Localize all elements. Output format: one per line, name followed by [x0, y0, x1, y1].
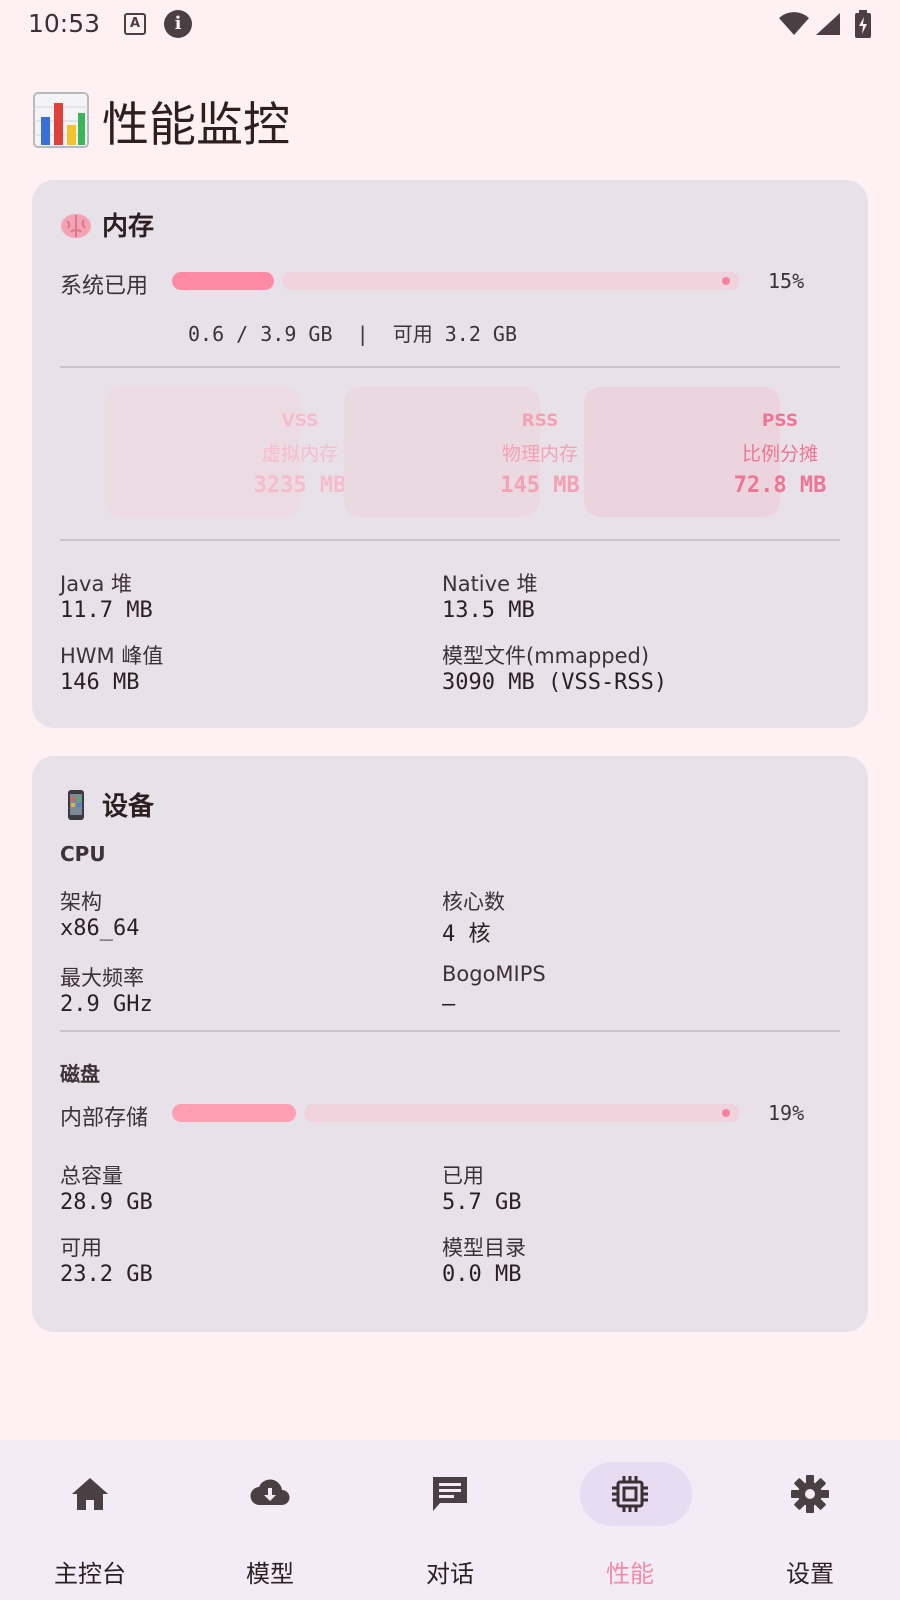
- signal-icon: [816, 13, 840, 35]
- model-file-value: 3090 MB (VSS-RSS): [442, 670, 668, 695]
- pss-name: 比例分摊: [741, 443, 818, 465]
- vss-stat-box: VSS 虚拟内存 3235 MB: [104, 387, 346, 517]
- native-heap-item: Native 堆 13.5 MB: [442, 568, 538, 623]
- nav-label-settings: 设置: [786, 1560, 834, 1588]
- bogomips-label: BogoMIPS: [442, 962, 546, 986]
- device-divider: [60, 1030, 840, 1032]
- internal-storage-progress-track: [304, 1104, 740, 1122]
- model-dir-label: 模型目录: [442, 1236, 526, 1260]
- disk-used-label: 已用: [442, 1164, 484, 1188]
- disk-available-value: 23.2 GB: [60, 1262, 153, 1287]
- device-title: 设备: [102, 792, 155, 822]
- pss-stat-box: PSS 比例分摊 72.8 MB: [584, 387, 826, 517]
- battery-charging-icon: [855, 10, 871, 38]
- java-heap-value: 11.7 MB: [60, 598, 153, 623]
- disk-available-label: 可用: [60, 1236, 102, 1260]
- system-used-percent: 15%: [768, 269, 805, 293]
- nav-item-settings[interactable]: 设置: [720, 1440, 900, 1600]
- phone-icon: [68, 789, 84, 820]
- page-title: 性能监控: [102, 97, 290, 153]
- internal-storage-percent: 19%: [768, 1101, 805, 1125]
- core-count-label: 核心数: [442, 890, 505, 914]
- pss-abbr: PSS: [761, 411, 799, 431]
- nav-item-performance[interactable]: 性能: [540, 1440, 720, 1600]
- model-dir-item: 模型目录 0.0 MB: [442, 1232, 526, 1287]
- max-freq-item: 最大频率 2.9 GHz: [60, 962, 153, 1017]
- nav-item-dashboard[interactable]: 主控台: [0, 1440, 180, 1600]
- native-heap-value: 13.5 MB: [442, 598, 535, 623]
- model-file-label: 模型文件(mmapped): [442, 644, 650, 668]
- memory-title: 内存: [102, 212, 155, 242]
- max-freq-label: 最大频率: [60, 966, 144, 990]
- arch-value: x86_64: [60, 916, 140, 941]
- memory-divider-2: [60, 539, 840, 541]
- status-time: 10:53: [28, 9, 101, 38]
- memory-summary: 0.6 / 3.9 GB | 可用 3.2 GB: [188, 322, 517, 346]
- internal-storage-progress-fill: [172, 1104, 296, 1122]
- max-freq-value: 2.9 GHz: [60, 992, 153, 1017]
- settings-gear-icon: [791, 1475, 829, 1513]
- nav-item-models[interactable]: 模型: [180, 1440, 360, 1600]
- nav-item-chat[interactable]: 对话: [360, 1440, 540, 1600]
- chat-icon: [433, 1477, 467, 1511]
- java-heap-label: Java 堆: [60, 572, 133, 596]
- bogomips-item: BogoMIPS —: [442, 962, 546, 1017]
- disk-used-item: 已用 5.7 GB: [442, 1160, 521, 1215]
- pss-value: 72.8 MB: [733, 473, 827, 498]
- nav-label-models: 模型: [246, 1560, 294, 1588]
- wifi-icon: [779, 12, 809, 36]
- java-heap-item: Java 堆 11.7 MB: [60, 568, 153, 623]
- memory-header: 内存: [60, 206, 154, 243]
- page-title-row: 性能监控: [32, 88, 290, 153]
- home-icon: [72, 1478, 108, 1510]
- a-notification-icon: A: [124, 13, 146, 35]
- memory-card: 内存 系统已用 15% 0.6 / 3.9 GB | 可用 3.2 GB VSS…: [32, 180, 868, 728]
- rss-stat-box: RSS 物理内存 145 MB: [344, 387, 580, 517]
- model-dir-value: 0.0 MB: [442, 1262, 522, 1287]
- device-header: 设备: [60, 786, 154, 823]
- system-used-progress-track: [282, 272, 740, 290]
- bogomips-value: —: [442, 992, 456, 1017]
- internal-storage-label: 内部存储: [60, 1106, 149, 1131]
- device-card: 设备 CPU 架构 x86_64 核心数 4 核 最大频率 2.9 GHz Bo…: [32, 756, 868, 1332]
- model-file-item: 模型文件(mmapped) 3090 MB (VSS-RSS): [442, 640, 667, 695]
- cpu-section-label: CPU: [60, 842, 106, 866]
- hwm-peak-value: 146 MB: [60, 670, 140, 695]
- disk-section-label: 磁盘: [60, 1062, 100, 1086]
- total-capacity-label: 总容量: [60, 1164, 123, 1188]
- hwm-peak-label: HWM 峰值: [60, 644, 164, 668]
- core-count-value: 4 核: [442, 922, 491, 947]
- bar-chart-icon: [33, 92, 89, 148]
- total-capacity-value: 28.9 GB: [60, 1190, 153, 1215]
- info-icon: i: [164, 10, 192, 38]
- cloud-download-icon: [250, 1479, 290, 1506]
- system-used-label: 系统已用: [60, 274, 149, 299]
- disk-used-value: 5.7 GB: [442, 1190, 522, 1215]
- status-bar: 10:53 A i: [0, 0, 900, 50]
- system-used-progress-end-dot: [722, 277, 730, 285]
- nav-label-performance: 性能: [606, 1560, 654, 1588]
- arch-label: 架构: [60, 890, 102, 914]
- native-heap-label: Native 堆: [442, 572, 538, 596]
- total-capacity-item: 总容量 28.9 GB: [60, 1160, 153, 1215]
- nav-label-chat: 对话: [426, 1560, 474, 1588]
- memory-divider-1: [60, 366, 840, 368]
- brain-icon: [61, 213, 91, 238]
- nav-label-dashboard: 主控台: [54, 1560, 126, 1588]
- disk-available-item: 可用 23.2 GB: [60, 1232, 153, 1287]
- internal-storage-progress-end-dot: [722, 1109, 730, 1117]
- cpu-chip-icon: [612, 1476, 648, 1512]
- core-count-item: 核心数 4 核: [442, 886, 505, 948]
- arch-item: 架构 x86_64: [60, 886, 139, 941]
- bottom-navigation: 主控台 模型 对话 性能 设置: [0, 1440, 900, 1600]
- hwm-peak-item: HWM 峰值 146 MB: [60, 640, 163, 695]
- system-used-progress-fill: [172, 272, 274, 290]
